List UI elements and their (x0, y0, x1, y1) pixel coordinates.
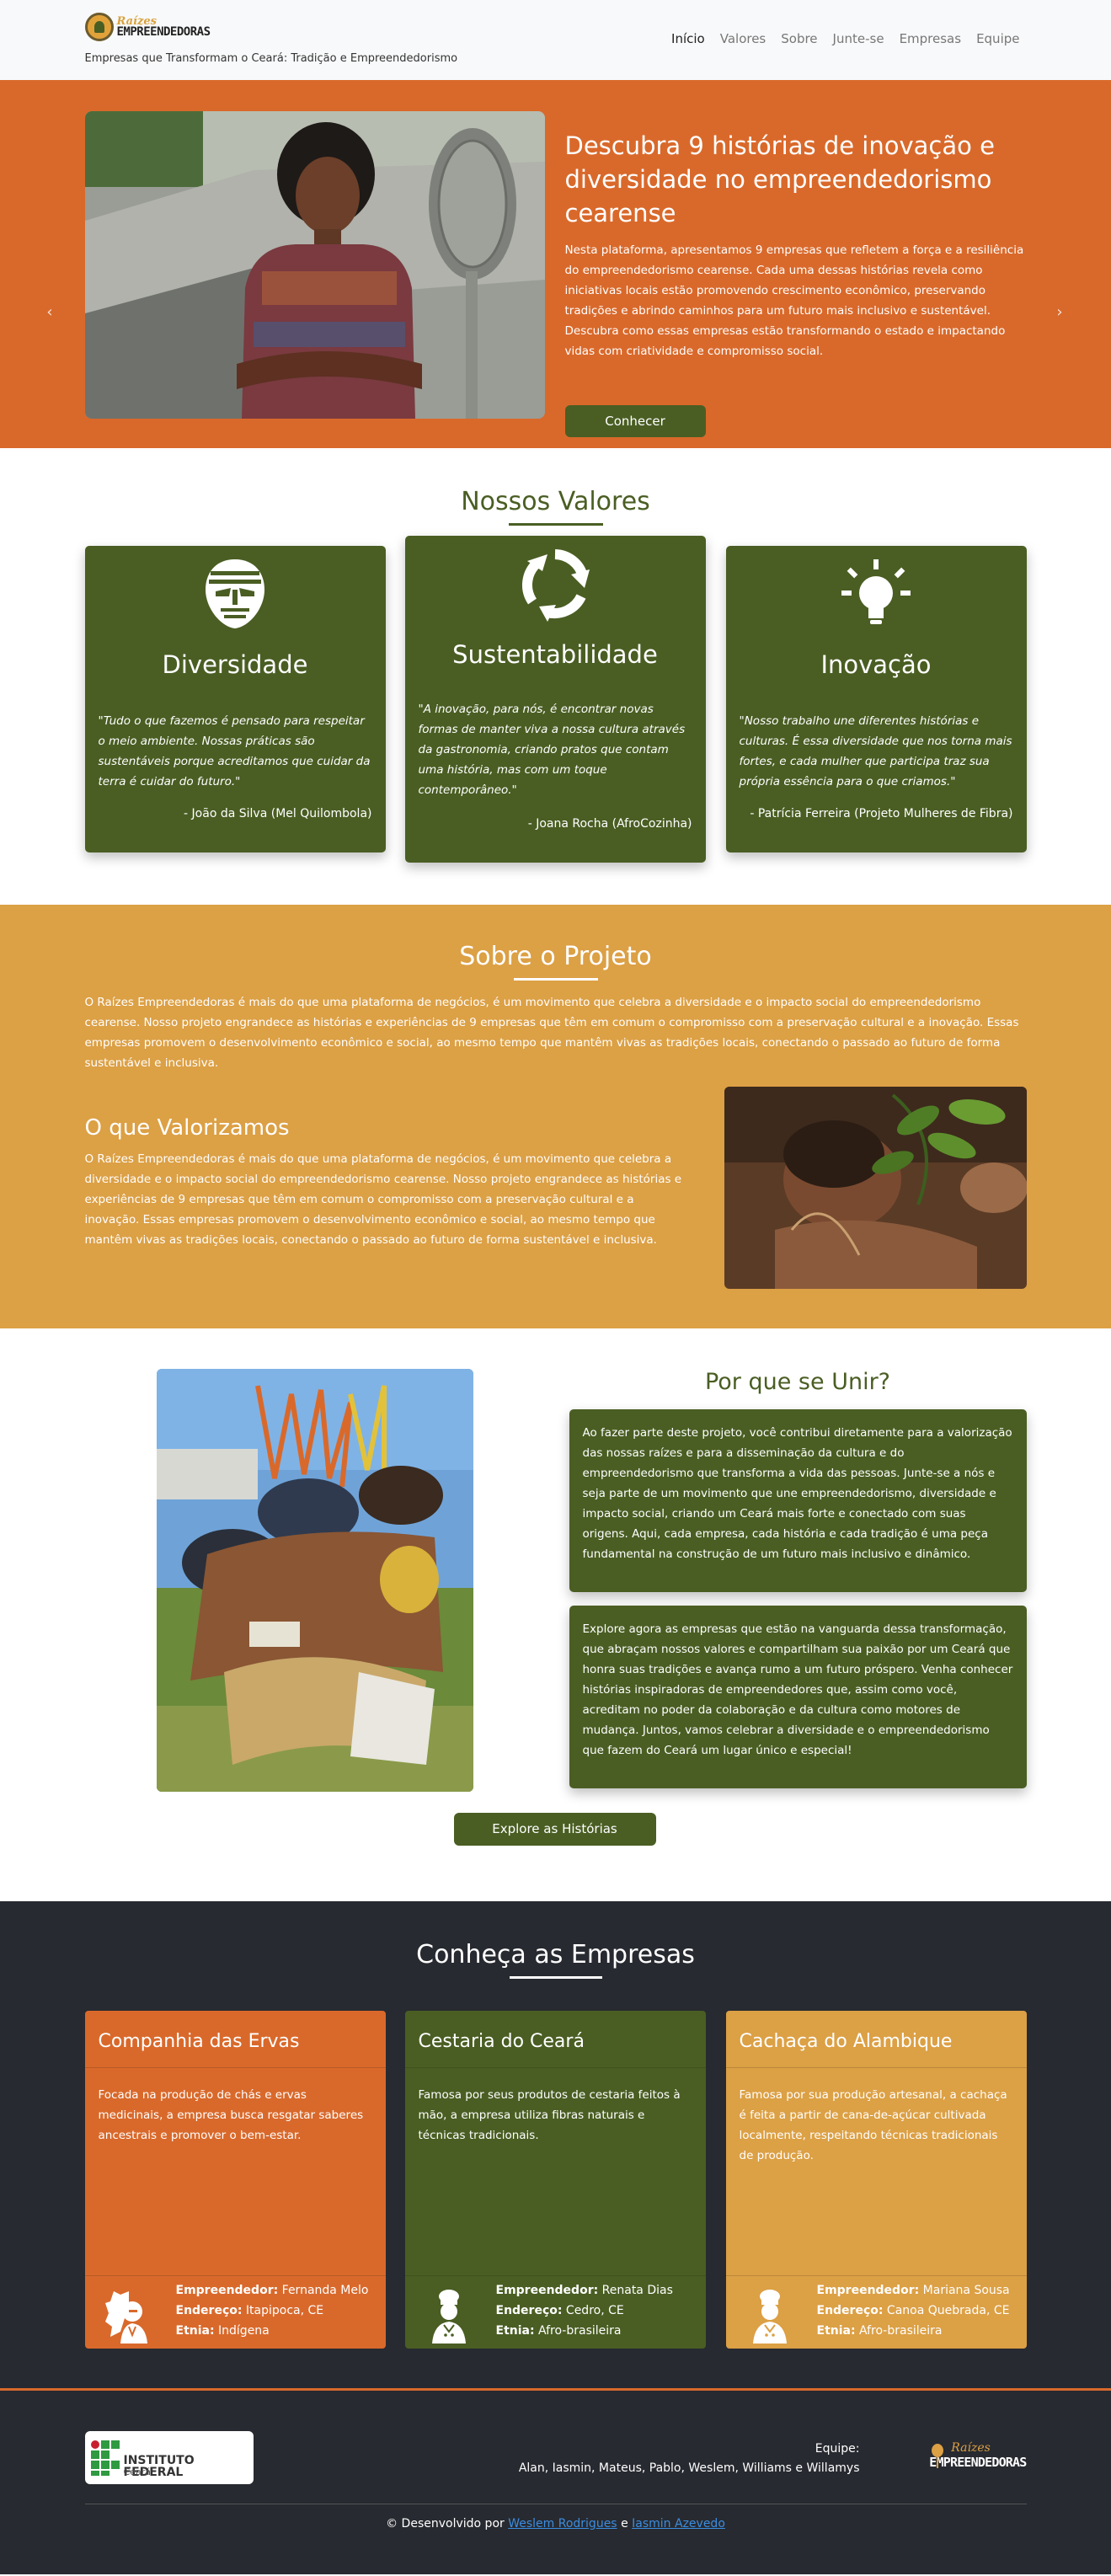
developer-link-1[interactable]: Weslem Rodrigues (508, 2517, 617, 2531)
address-label: Endereço: (175, 2304, 243, 2317)
value-title: Sustentabilidade (452, 640, 658, 669)
planting-photo (724, 1087, 1027, 1289)
chef-person-icon (431, 2290, 466, 2344)
address-label: Endereço: (816, 2304, 884, 2317)
tagline: Empresas que Transformam o Ceará: Tradiç… (84, 52, 458, 65)
explore-stories-button[interactable]: Explore as Histórias (453, 1813, 656, 1846)
title-underline (508, 523, 603, 526)
value-author: - Joana Rocha (AfroCozinha) (527, 817, 692, 831)
credits: © Desenvolvido por Weslem Rodrigues e Ia… (85, 2517, 1027, 2531)
ethnicity-label: Etnia: (175, 2324, 215, 2338)
entrepreneur-label: Empreendedor: (816, 2284, 920, 2297)
values-title: Nossos Valores (461, 487, 650, 516)
hero-photo (84, 111, 545, 419)
company-card[interactable]: Cachaça do Alambique Famosa por sua prod… (725, 2011, 1027, 2349)
indigenous-headdress-icon (104, 2291, 147, 2344)
value-card-sustentabilidade: Sustentabilidade "A inovação, para nós, … (404, 536, 706, 863)
title-underline (509, 1976, 602, 1979)
join-card-2: Explore agora as empresas que estão na v… (569, 1606, 1027, 1788)
conhecer-button[interactable]: Conhecer (564, 405, 706, 437)
if-grid-icon (90, 2440, 120, 2476)
join-section: Por que se Unir? Ao fazer parte deste pr… (0, 1328, 1111, 1901)
nav-item-sobre[interactable]: Sobre (781, 31, 817, 46)
company-ethnicity: Afro-brasileira (538, 2324, 622, 2338)
companies-section: ‹ › Conheça as Empresas Companhia das Er… (0, 300, 1111, 2388)
ethnicity-label: Etnia: (816, 2324, 856, 2338)
nav-item-valores[interactable]: Valores (720, 31, 766, 46)
join-title: Por que se Unir? (704, 1369, 891, 1395)
title-underline (513, 978, 598, 981)
company-name: Companhia das Ervas (84, 2011, 386, 2068)
lightbulb-icon (841, 559, 911, 624)
value-quote: "Nosso trabalho une diferentes histórias… (739, 714, 1012, 788)
ethnicity-label: Etnia: (495, 2324, 535, 2338)
value-card-diversidade: Diversidade "Tudo o que fazemos é pensad… (84, 546, 386, 852)
main-menu: Início Valores Sobre Junte-se Empresas E… (671, 31, 1019, 46)
institution-sub: Ceará (123, 2466, 151, 2477)
company-description: Famosa por seus produtos de cestaria fei… (418, 2088, 681, 2142)
company-description: Focada na produção de chás e ervas medic… (98, 2088, 364, 2142)
companies-title: Conheça as Empresas (416, 1940, 695, 1969)
nav-item-empresas[interactable]: Empresas (900, 31, 962, 46)
values-section: Nossos Valores Diversidade "Tudo o que f… (0, 448, 1111, 905)
about-subtitle: O que Valorizamos (84, 1115, 290, 1141)
company-name: Cachaça do Alambique (725, 2011, 1027, 2068)
entrepreneur-label: Empreendedor: (175, 2284, 279, 2297)
value-title: Inovação (820, 650, 932, 679)
company-address: Itapipoca, CE (245, 2304, 324, 2317)
company-card[interactable]: Cestaria do Ceará Famosa por seus produt… (404, 2011, 706, 2349)
hero-title: Descubra 9 histórias de inovação e diver… (564, 131, 995, 227)
carousel-next-icon[interactable]: › (1047, 300, 1072, 325)
logo-line2: EMPREENDEDORAS (116, 25, 211, 39)
developer-link-2[interactable]: Iasmin Azevedo (632, 2517, 725, 2531)
about-paragraph-2: O Raízes Empreendedoras é mais do que um… (84, 1152, 682, 1247)
credits-and: e (621, 2517, 628, 2531)
tribal-mask-icon (206, 559, 264, 628)
hero-body: Nesta plataforma, apresentamos 9 empresa… (564, 243, 1024, 358)
company-name: Cestaria do Ceará (404, 2011, 706, 2068)
company-description: Famosa por sua produção artesanal, a cac… (739, 2088, 1007, 2162)
about-paragraph: O Raízes Empreendedoras é mais do que um… (84, 996, 1019, 1070)
navbar: Raízes EMPREENDEDORAS Empresas que Trans… (0, 0, 1111, 80)
team-label: Equipe: (815, 2442, 860, 2456)
footer-brand-logo[interactable]: Raízes EMPREENDEDORAS (929, 2441, 1027, 2470)
entrepreneur-name: Mariana Sousa (922, 2284, 1010, 2297)
carousel-prev-icon[interactable]: ‹ (37, 300, 62, 325)
value-author: - João da Silva (Mel Quilombola) (184, 807, 372, 820)
chef-person-icon (752, 2290, 787, 2344)
value-quote: "Tudo o que fazemos é pensado para respe… (98, 714, 371, 788)
nav-item-equipe[interactable]: Equipe (976, 31, 1019, 46)
hero-section: Descubra 9 histórias de inovação e diver… (0, 80, 1111, 448)
company-ethnicity: Afro-brasileira (859, 2324, 943, 2338)
credits-prefix: © Desenvolvido por (386, 2517, 505, 2531)
team-members: Alan, Iasmin, Mateus, Pablo, Weslem, Wil… (518, 2461, 860, 2475)
nav-item-junte-se[interactable]: Junte-se (833, 31, 884, 46)
about-title: Sobre o Projeto (459, 942, 652, 971)
value-quote: "A inovação, para nós, é encontrar novas… (418, 703, 686, 797)
entrepreneur-name: Fernanda Melo (281, 2284, 369, 2297)
recycle-arrows-icon (522, 549, 590, 622)
entrepreneur-label: Empreendedor: (495, 2284, 599, 2297)
brand-logo[interactable]: Raízes EMPREENDEDORAS (84, 13, 211, 41)
value-title: Diversidade (162, 650, 308, 679)
value-author: - Patrícia Ferreira (Projeto Mulheres de… (750, 807, 1013, 820)
tree-emblem-icon (932, 2444, 944, 2468)
instituto-federal-logo[interactable]: INSTITUTO FEDERAL Ceará (84, 2431, 254, 2484)
company-address: Canoa Quebrada, CE (886, 2304, 1010, 2317)
nav-item-inicio[interactable]: Início (671, 31, 705, 46)
value-card-inovacao: Inovação "Nosso trabalho une diferentes … (725, 546, 1027, 852)
footer: INSTITUTO FEDERAL Ceará Equipe: Alan, Ia… (0, 2388, 1111, 2574)
company-address: Cedro, CE (565, 2304, 624, 2317)
about-section: Sobre o Projeto O Raízes Empreendedoras … (0, 905, 1111, 1328)
join-card-1: Ao fazer parte deste projeto, você contr… (569, 1409, 1027, 1592)
indigenous-ceremony-photo (156, 1369, 473, 1792)
company-card[interactable]: Companhia das Ervas Focada na produção d… (84, 2011, 386, 2349)
address-label: Endereço: (495, 2304, 563, 2317)
entrepreneur-name: Renata Dias (601, 2284, 673, 2297)
team-block: Equipe: Alan, Iasmin, Mateus, Pablo, Wes… (519, 2440, 860, 2478)
company-ethnicity: Indígena (218, 2324, 270, 2338)
tree-emblem-icon (84, 13, 114, 41)
